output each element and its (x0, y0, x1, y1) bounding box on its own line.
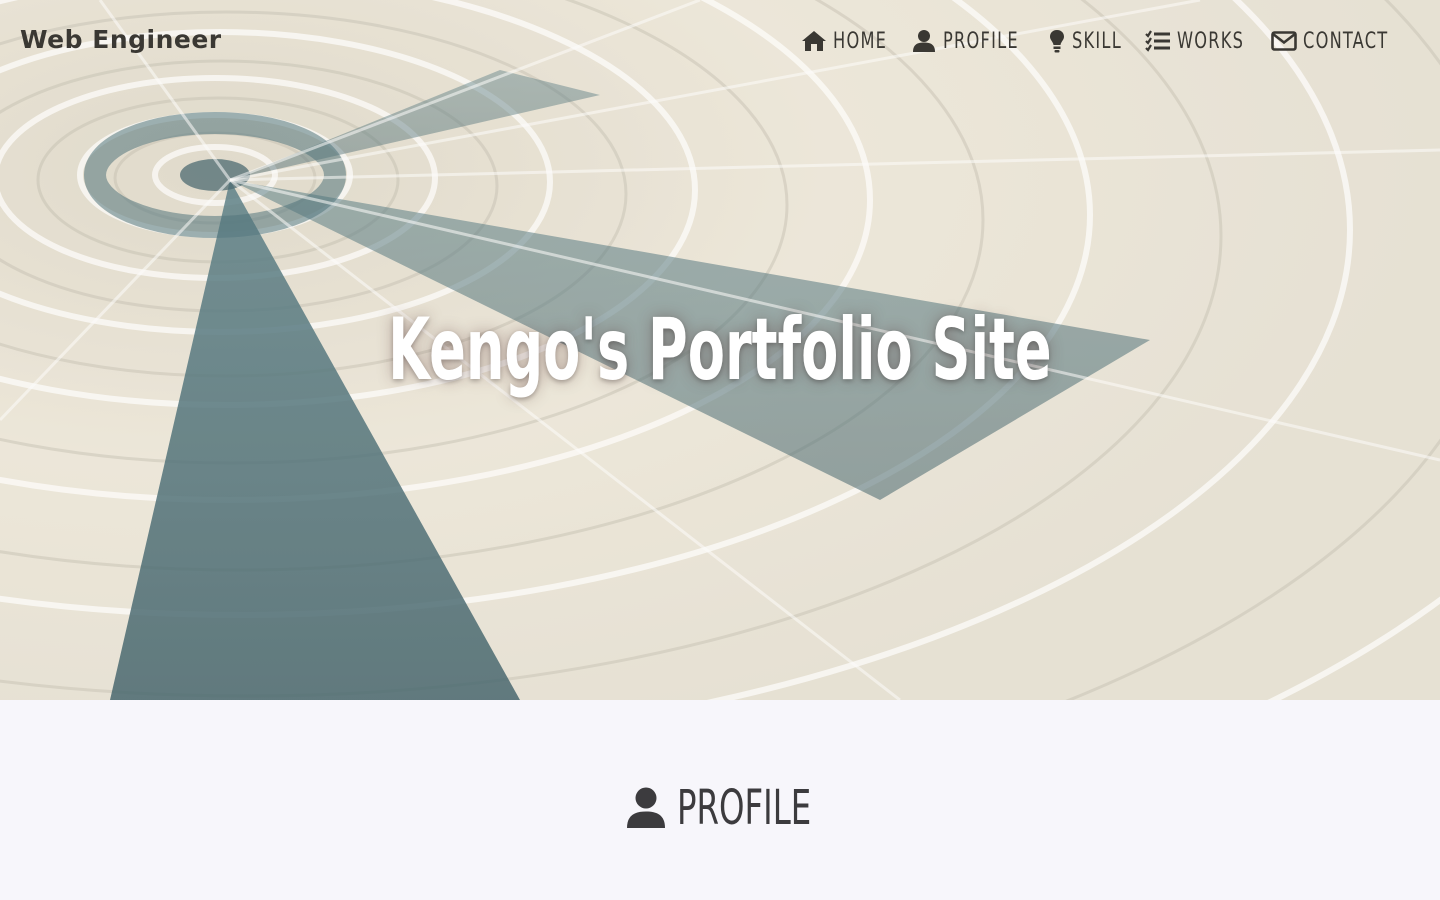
nav-item-profile[interactable]: PROFILE (911, 28, 1028, 54)
nav-label-home: HOME (833, 28, 888, 54)
nav-label-skill: SKILL (1071, 28, 1122, 54)
user-icon (625, 787, 667, 829)
hero-title-text: Kengo's Portfolio Site (388, 300, 1052, 400)
hero-title: Kengo's Portfolio Site (0, 300, 1440, 400)
nav-item-home[interactable]: HOME (801, 28, 891, 54)
brand-logo[interactable]: Web Engineer (20, 24, 222, 56)
nav-item-skill[interactable]: SKILL (1048, 28, 1125, 54)
user-icon (911, 28, 937, 54)
profile-section-heading: PROFILE (0, 780, 1440, 836)
nav-item-works[interactable]: WORKS (1145, 28, 1251, 54)
nav-item-contact[interactable]: CONTACT (1271, 28, 1399, 54)
lightbulb-icon (1048, 28, 1066, 54)
main-nav: HOME PROFILE SKILL WORKS CONTACT (781, 22, 1399, 60)
home-icon (801, 28, 827, 54)
envelope-icon (1271, 28, 1297, 54)
list-check-icon (1145, 28, 1171, 54)
profile-section-title: PROFILE (676, 780, 811, 836)
nav-label-works: WORKS (1176, 28, 1245, 54)
hero-banner: Web Engineer HOME PROFILE SKILL WORKS CO… (0, 0, 1440, 700)
nav-label-profile: PROFILE (943, 28, 1020, 54)
nav-label-contact: CONTACT (1302, 28, 1389, 54)
